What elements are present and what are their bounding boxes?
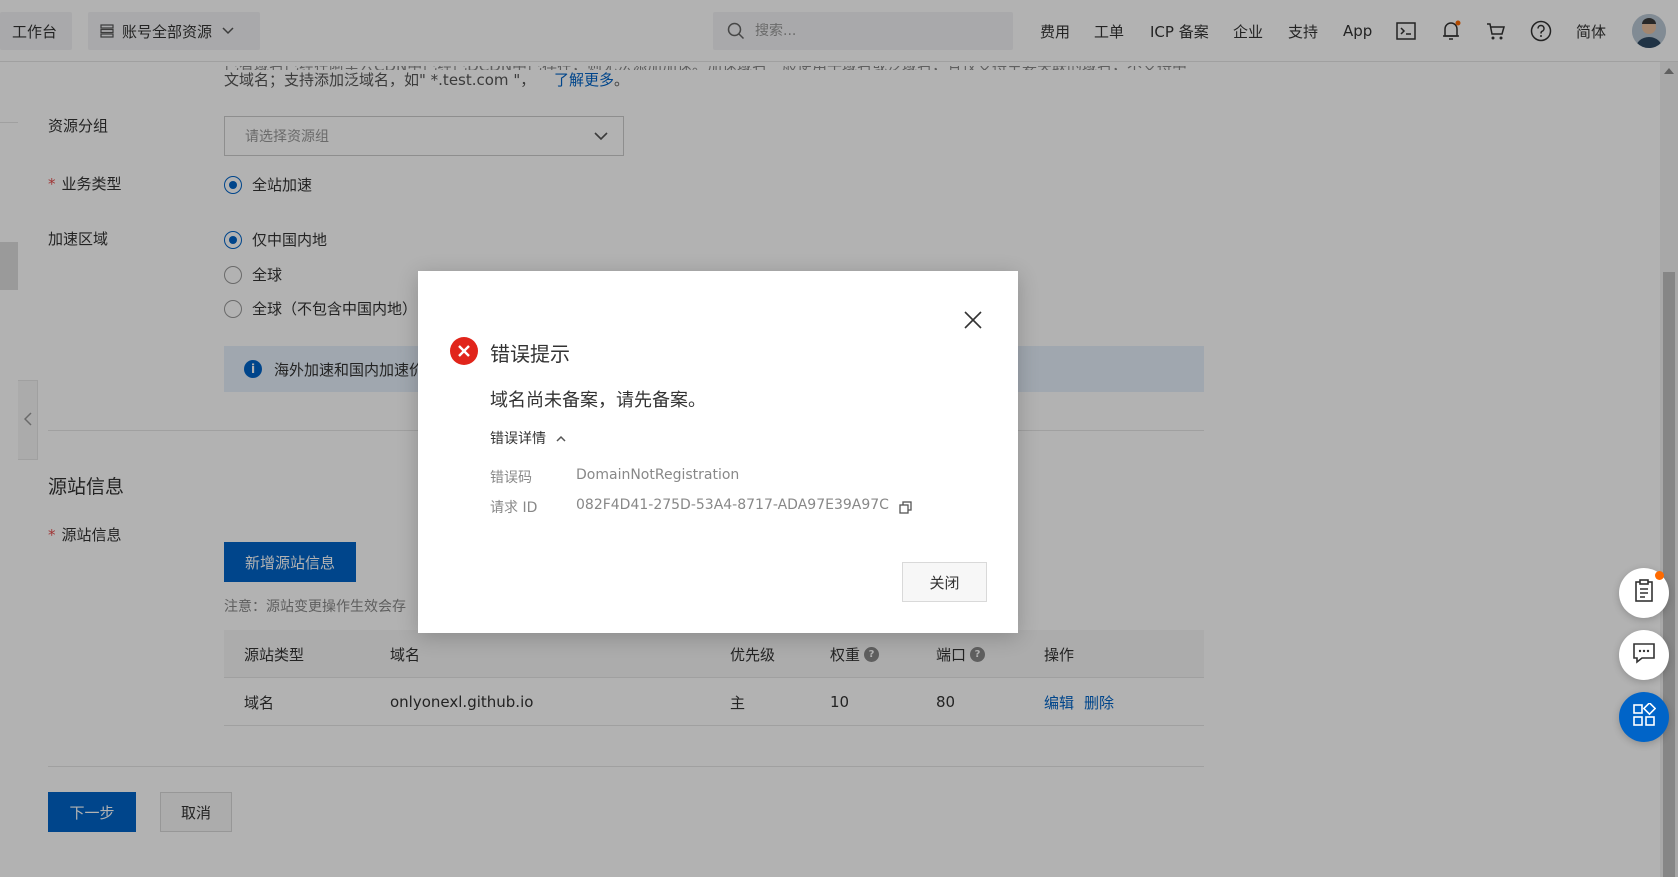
chat-icon (1632, 642, 1656, 668)
notification-dot (1655, 571, 1664, 580)
copy-icon[interactable] (899, 497, 912, 517)
dialog-message: 域名尚未备案，请先备案。 (490, 390, 706, 411)
request-id-value: 082F4D41-275D-53A4-8717-ADA97E39A97C (576, 497, 889, 513)
clipboard-icon (1633, 579, 1655, 607)
close-button-label: 关闭 (929, 573, 960, 592)
dialog-title: 错误提示 (490, 342, 570, 366)
request-id-row: 请求 ID 082F4D41-275D-53A4-8717-ADA97E39A9… (490, 497, 912, 517)
error-details-label: 错误详情 (490, 431, 546, 447)
apps-grid-icon (1632, 701, 1657, 731)
close-button[interactable]: 关闭 (902, 562, 987, 602)
error-code-value: DomainNotRegistration (576, 467, 740, 483)
error-code-label: 错误码 (490, 470, 532, 486)
chevron-up-icon (556, 435, 566, 442)
close-icon[interactable] (961, 308, 985, 332)
error-icon (450, 337, 478, 365)
error-dialog: 错误提示 域名尚未备案，请先备案。 错误详情 错误码 DomainNotRegi… (418, 271, 1018, 633)
request-id-label: 请求 ID (490, 500, 538, 516)
error-details-toggle[interactable]: 错误详情 (490, 428, 566, 448)
error-code-row: 错误码 DomainNotRegistration (490, 467, 739, 487)
floating-chat-button[interactable] (1619, 630, 1669, 680)
floating-apps-button[interactable] (1619, 692, 1669, 742)
